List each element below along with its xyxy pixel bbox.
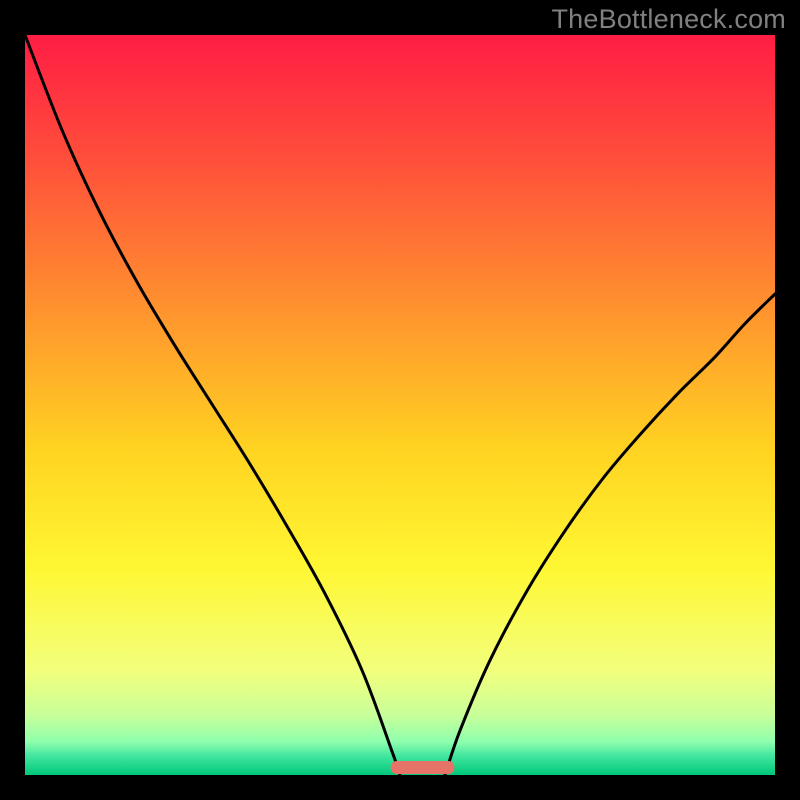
watermark-text: TheBottleneck.com bbox=[551, 4, 786, 35]
chart-frame: TheBottleneck.com bbox=[0, 0, 800, 800]
bottleneck-chart bbox=[25, 35, 775, 775]
gradient-rect bbox=[25, 35, 775, 775]
minimum-marker bbox=[391, 761, 455, 774]
